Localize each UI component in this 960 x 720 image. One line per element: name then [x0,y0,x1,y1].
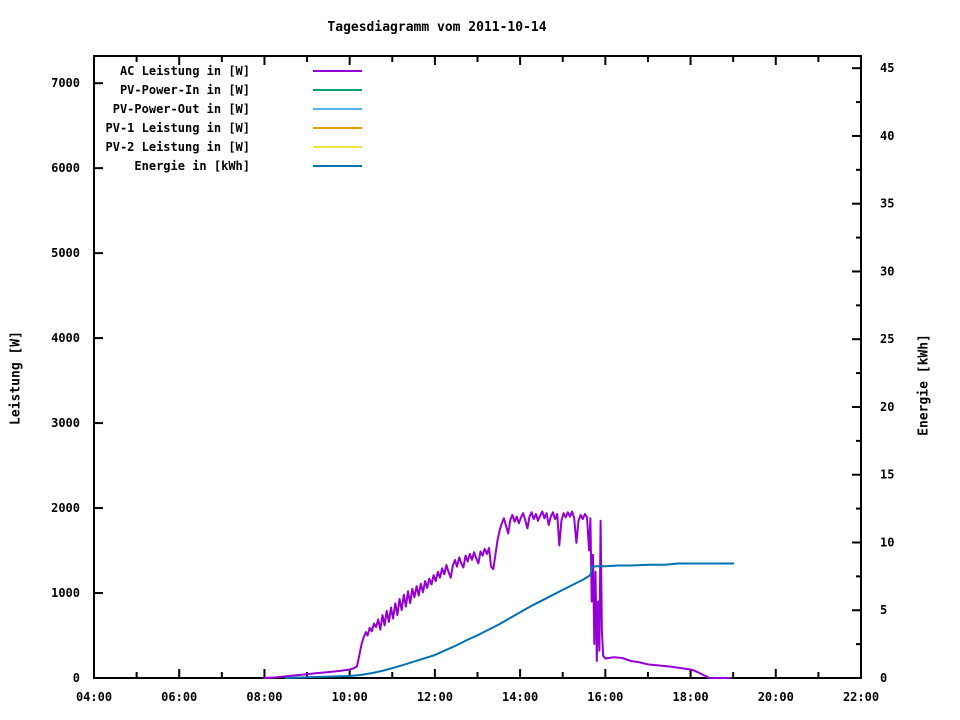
legend-label: AC Leistung in [W] [120,64,250,78]
tagesdiagramm-chart: Tagesdiagramm vom 2011-10-14 Leistung [W… [0,0,960,720]
legend-label: PV-2 Leistung in [W] [106,140,251,154]
x-axis-tick-label: 20:00 [758,690,794,704]
series-line-ac-leistung-in-w [263,510,732,679]
plot-area: 04:00 06:00 08:00 10:00 12:00 14:00 16:00 18:00… [51,55,894,704]
legend-label: Energie in [kWh] [134,159,250,173]
y-axis-tick-label: 6000 [51,161,80,175]
y2-axis-tick-label: 10 [880,535,894,549]
y-axis-tick-label: 3000 [51,416,80,430]
y-axis-tick-label: 4000 [51,331,80,345]
x-axis-tick-label: 18:00 [672,690,708,704]
y2-axis-tick-label: 0 [880,671,887,685]
y2-axis-tick-label: 5 [880,603,887,617]
y-axis-tick-label: 2000 [51,501,80,515]
series-line-energie-in-kwh [284,562,735,679]
y2-axis-tick-label: 20 [880,400,894,414]
y-axis-tick-label: 1000 [51,586,80,600]
y-axis-tick-label: 7000 [51,76,80,90]
x-axis-tick-label: 10:00 [332,690,368,704]
y2-axis-tick-label: 40 [880,129,894,143]
x-axis-tick-label: 16:00 [587,690,623,704]
legend-label: PV-Power-Out in [W] [113,102,250,116]
y2-axis-tick-label: 30 [880,264,894,278]
y-axis-tick-label: 0 [73,671,80,685]
x-axis-tick-label: 04:00 [76,690,112,704]
y2-axis-tick-label: 45 [880,61,894,75]
x-axis-tick-label: 22:00 [843,690,879,704]
y2-axis-tick-label: 25 [880,332,894,346]
x-axis-tick-label: 12:00 [417,690,453,704]
legend-label: PV-1 Leistung in [W] [106,121,251,135]
x-axis-tick-label: 08:00 [246,690,282,704]
y2-axis-tick-label: 15 [880,468,894,482]
legend-label: PV-Power-In in [W] [120,83,250,97]
y-axis-tick-label: 5000 [51,246,80,260]
x-axis-tick-label: 14:00 [502,690,538,704]
x-axis-tick-label: 06:00 [161,690,197,704]
y2-axis-tick-label: 35 [880,197,894,211]
